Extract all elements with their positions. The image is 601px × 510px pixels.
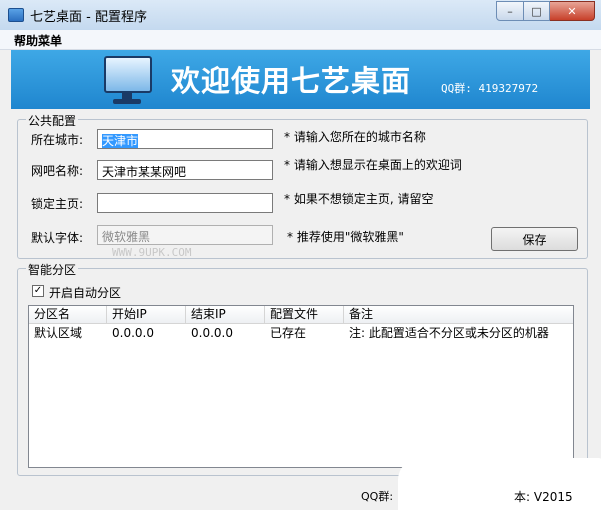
close-icon: ✕ <box>567 4 577 18</box>
status-version: 本: V2015 <box>514 490 573 504</box>
public-config-legend: 公共配置 <box>26 112 79 129</box>
close-button[interactable]: ✕ <box>550 1 595 21</box>
app-icon <box>8 8 24 22</box>
column-header-note[interactable]: 备注 <box>344 306 573 323</box>
city-hint: * 请输入您所在的城市名称 <box>284 130 426 144</box>
netbar-label: 网吧名称: <box>31 164 84 178</box>
smart-partition-legend: 智能分区 <box>26 261 79 278</box>
cell-name: 默认区域 <box>34 326 83 340</box>
maximize-button[interactable]: □ <box>524 1 550 21</box>
cell-end-ip: 0.0.0.0 <box>191 326 233 340</box>
cell-config-file: 已存在 <box>270 326 307 340</box>
menu-help[interactable]: 帮助菜单 <box>14 32 62 49</box>
column-header-start-ip[interactable]: 开始IP <box>107 306 186 323</box>
maximize-icon: □ <box>531 4 542 18</box>
column-header-name[interactable]: 分区名 <box>29 306 107 323</box>
cell-start-ip: 0.0.0.0 <box>112 326 154 340</box>
title-bar[interactable]: 七艺桌面 - 配置程序 – □ ✕ <box>0 0 601 31</box>
table-row[interactable]: 默认区域 0.0.0.0 0.0.0.0 已存在 注: 此配置适合不分区或未分区… <box>29 324 573 342</box>
font-input: 微软雅黑 <box>97 225 273 245</box>
city-label: 所在城市: <box>31 133 84 147</box>
partition-table-header: 分区名 开始IP 结束IP 配置文件 备注 <box>29 306 573 324</box>
homepage-hint: * 如果不想锁定主页, 请留空 <box>284 192 434 206</box>
column-header-config-file[interactable]: 配置文件 <box>265 306 344 323</box>
window-controls: – □ ✕ <box>496 1 595 21</box>
auto-partition-checkbox[interactable]: ✓ <box>32 285 44 297</box>
netbar-input[interactable]: 天津市某某网吧 <box>97 160 273 180</box>
city-input-value: 天津市 <box>102 134 139 148</box>
welcome-banner: 欢迎使用七艺桌面 QQ群: 419327972 <box>11 50 590 109</box>
watermark-text: WWW.9UPK.COM <box>112 246 192 259</box>
homepage-label: 锁定主页: <box>31 197 84 211</box>
banner-title: 欢迎使用七艺桌面 <box>171 64 412 98</box>
auto-partition-label[interactable]: 开启自动分区 <box>49 284 121 301</box>
font-hint: * 推荐使用"微软雅黑" <box>287 230 404 244</box>
minimize-button[interactable]: – <box>496 1 524 21</box>
window-title: 七艺桌面 - 配置程序 <box>30 10 147 25</box>
netbar-hint: * 请输入想显示在桌面上的欢迎词 <box>284 158 462 172</box>
monitor-icon <box>101 54 153 106</box>
save-button[interactable]: 保存 <box>491 227 578 251</box>
status-qq: QQ群: <box>361 490 394 503</box>
city-input[interactable]: 天津市 <box>97 129 273 149</box>
font-label: 默认字体: <box>31 231 84 245</box>
minimize-icon: – <box>507 4 513 18</box>
column-header-end-ip[interactable]: 结束IP <box>186 306 265 323</box>
banner-qq: QQ群: 419327972 <box>441 82 539 95</box>
config-window: 七艺桌面 - 配置程序 – □ ✕ 帮助菜单 欢迎使用七艺桌面 QQ群: 419… <box>0 0 601 510</box>
menu-bar: 帮助菜单 <box>0 30 601 50</box>
partition-table[interactable]: 分区名 开始IP 结束IP 配置文件 备注 默认区域 0.0.0.0 0.0.0… <box>28 305 574 468</box>
cell-note: 注: 此配置适合不分区或未分区的机器 <box>349 326 549 340</box>
checkmark-icon: ✓ <box>33 285 43 296</box>
homepage-input[interactable] <box>97 193 273 213</box>
